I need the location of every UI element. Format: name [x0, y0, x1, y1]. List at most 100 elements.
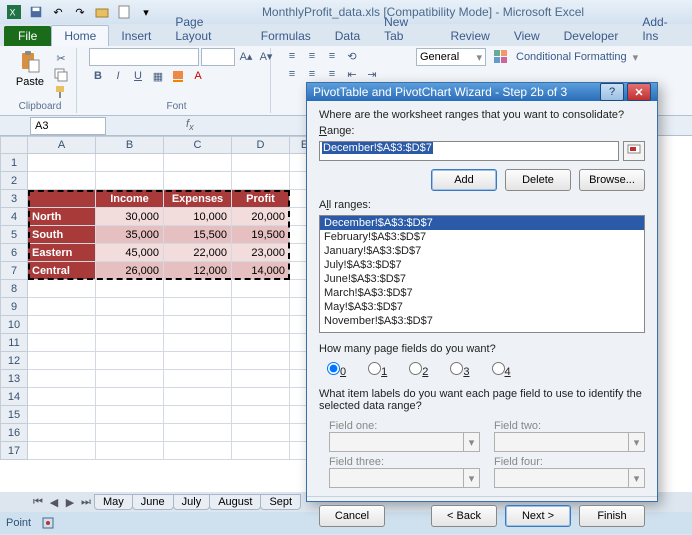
row-header[interactable]: 8 [0, 280, 28, 298]
row-header[interactable]: 13 [0, 370, 28, 388]
row-header[interactable]: 4 [0, 208, 28, 226]
cell[interactable] [96, 406, 164, 424]
cell[interactable]: 12,000 [164, 262, 232, 280]
file-tab[interactable]: File [4, 26, 51, 46]
page-fields-radio[interactable]: 3 [450, 362, 469, 378]
qat-more-icon[interactable]: ▾ [136, 3, 156, 21]
italic-icon[interactable]: I [109, 68, 127, 84]
tab-nav-last-icon[interactable]: ⏭ [78, 494, 94, 510]
row-header[interactable]: 10 [0, 316, 28, 334]
copy-icon[interactable] [52, 67, 70, 83]
list-item[interactable]: January!$A$3:$D$7 [320, 244, 644, 258]
orientation-icon[interactable]: ⟲ [343, 48, 361, 64]
tab-new[interactable]: New Tab [372, 12, 438, 46]
qat-save-icon[interactable] [26, 3, 46, 21]
cell[interactable] [28, 352, 96, 370]
row-header[interactable]: 15 [0, 406, 28, 424]
cell[interactable] [232, 442, 290, 460]
tab-nav-next-icon[interactable]: ▶ [62, 494, 78, 510]
list-item[interactable]: July!$A$3:$D$7 [320, 258, 644, 272]
cell[interactable] [28, 370, 96, 388]
tab-insert[interactable]: Insert [109, 26, 163, 46]
cell[interactable] [96, 352, 164, 370]
row-header[interactable]: 16 [0, 424, 28, 442]
fill-color-icon[interactable] [169, 68, 187, 84]
cell[interactable] [28, 424, 96, 442]
cell[interactable] [232, 172, 290, 190]
cell[interactable] [164, 154, 232, 172]
indent-inc-icon[interactable]: ⇥ [363, 66, 381, 82]
cell[interactable] [28, 280, 96, 298]
cell[interactable] [232, 352, 290, 370]
cell[interactable] [232, 316, 290, 334]
fx-icon[interactable]: fx [186, 118, 194, 132]
cell[interactable] [96, 370, 164, 388]
tab-nav-first-icon[interactable]: ⏮ [30, 494, 46, 510]
cell[interactable] [28, 334, 96, 352]
list-item[interactable]: May!$A$3:$D$7 [320, 300, 644, 314]
add-button[interactable]: Add [431, 169, 497, 191]
cell[interactable] [232, 334, 290, 352]
cell[interactable]: Central [28, 262, 96, 280]
cell[interactable] [28, 154, 96, 172]
select-all-corner[interactable] [0, 136, 28, 154]
cell[interactable] [164, 172, 232, 190]
row-header[interactable]: 12 [0, 352, 28, 370]
cell[interactable]: 14,000 [232, 262, 290, 280]
cell[interactable] [164, 370, 232, 388]
cut-icon[interactable]: ✂ [52, 50, 70, 66]
border-icon[interactable]: ▦ [149, 68, 167, 84]
indent-dec-icon[interactable]: ⇤ [343, 66, 361, 82]
row-header[interactable]: 3 [0, 190, 28, 208]
cell[interactable]: South [28, 226, 96, 244]
cell[interactable] [28, 172, 96, 190]
cell[interactable] [164, 442, 232, 460]
row-header[interactable]: 7 [0, 262, 28, 280]
list-item[interactable]: March!$A$3:$D$7 [320, 286, 644, 300]
align-bottom-icon[interactable]: ≡ [323, 48, 341, 64]
cell[interactable]: 20,000 [232, 208, 290, 226]
cell[interactable] [164, 316, 232, 334]
cell[interactable] [28, 406, 96, 424]
cell[interactable] [96, 298, 164, 316]
cell[interactable]: 35,000 [96, 226, 164, 244]
cell[interactable] [28, 190, 96, 208]
cell[interactable] [164, 406, 232, 424]
underline-icon[interactable]: U [129, 68, 147, 84]
cell[interactable] [164, 280, 232, 298]
cell[interactable] [232, 280, 290, 298]
cell[interactable] [96, 316, 164, 334]
align-top-icon[interactable]: ≡ [283, 48, 301, 64]
all-ranges-listbox[interactable]: December!$A$3:$D$7February!$A$3:$D$7Janu… [319, 215, 645, 333]
column-header[interactable]: C [164, 136, 232, 154]
cell[interactable]: 22,000 [164, 244, 232, 262]
sheet-tab[interactable]: May [94, 494, 133, 510]
row-header[interactable]: 6 [0, 244, 28, 262]
align-left-icon[interactable]: ≡ [283, 66, 301, 82]
cell[interactable]: Income [96, 190, 164, 208]
cell[interactable] [232, 154, 290, 172]
row-header[interactable]: 17 [0, 442, 28, 460]
tab-view[interactable]: View [502, 26, 552, 46]
list-item[interactable]: February!$A$3:$D$7 [320, 230, 644, 244]
cell[interactable]: Expenses [164, 190, 232, 208]
cell[interactable] [232, 370, 290, 388]
cell[interactable]: 45,000 [96, 244, 164, 262]
qat-new-icon[interactable] [114, 3, 134, 21]
row-header[interactable]: 5 [0, 226, 28, 244]
cell[interactable] [96, 154, 164, 172]
bold-icon[interactable]: B [89, 68, 107, 84]
dialog-close-button[interactable]: ✕ [627, 83, 651, 101]
page-fields-radio[interactable]: 0 [327, 362, 346, 378]
column-header[interactable]: A [28, 136, 96, 154]
cell[interactable] [96, 424, 164, 442]
list-item[interactable]: December!$A$3:$D$7 [320, 216, 644, 230]
cell[interactable] [96, 388, 164, 406]
align-middle-icon[interactable]: ≡ [303, 48, 321, 64]
row-header[interactable]: 11 [0, 334, 28, 352]
sheet-tab[interactable]: August [209, 494, 261, 510]
paste-button[interactable]: Paste [10, 48, 50, 88]
cell[interactable] [28, 442, 96, 460]
cell[interactable] [96, 442, 164, 460]
align-right-icon[interactable]: ≡ [323, 66, 341, 82]
